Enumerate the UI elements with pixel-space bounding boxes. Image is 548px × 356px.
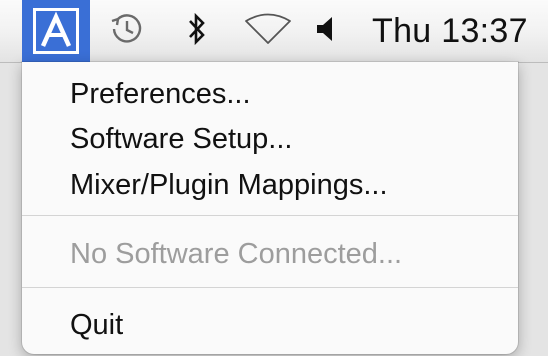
- menu-bar: Thu 13:37: [0, 0, 548, 63]
- time-machine-menu[interactable]: [104, 0, 150, 62]
- menu-separator: [22, 287, 518, 288]
- menu-separator: [22, 215, 518, 216]
- menu-item-mixer-plugin-mappings[interactable]: Mixer/Plugin Mappings...: [22, 163, 518, 207]
- bluetooth-menu[interactable]: [180, 0, 214, 62]
- app-status-menu[interactable]: [22, 0, 90, 62]
- menu-item-preferences[interactable]: Preferences...: [22, 72, 518, 116]
- wifi-icon: [243, 13, 293, 50]
- wifi-menu[interactable]: [238, 0, 298, 62]
- time-machine-icon: [109, 11, 145, 52]
- volume-icon: [314, 14, 336, 49]
- status-dropdown-menu: Preferences... Software Setup... Mixer/P…: [22, 62, 518, 354]
- menu-item-no-software-connected: No Software Connected...: [70, 238, 403, 270]
- menu-item-software-setup[interactable]: Software Setup...: [22, 117, 518, 161]
- menubar-clock[interactable]: Thu 13:37: [372, 0, 548, 62]
- bluetooth-icon: [186, 12, 208, 51]
- volume-menu[interactable]: [308, 0, 342, 62]
- app-a-icon: [33, 8, 79, 54]
- menu-item-quit[interactable]: Quit: [22, 303, 518, 347]
